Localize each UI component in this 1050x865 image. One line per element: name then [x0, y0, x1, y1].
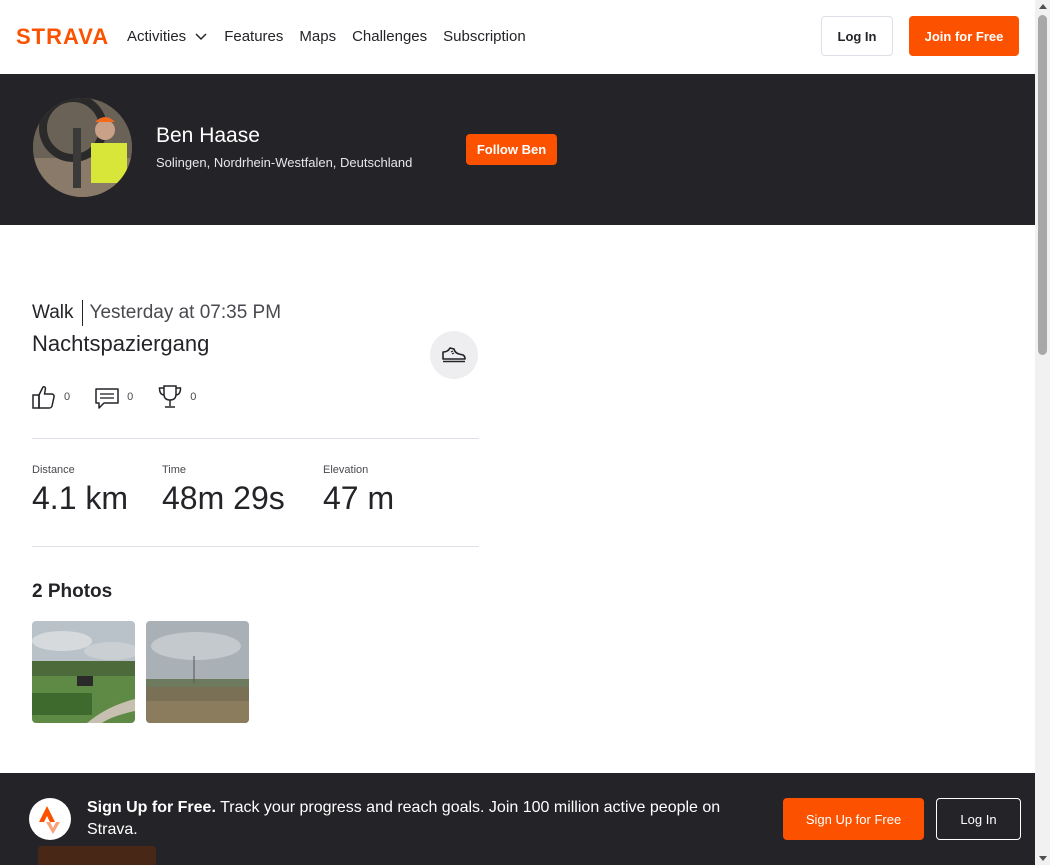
signup-button[interactable]: Sign Up for Free	[783, 798, 924, 840]
activity-title: Nachtspaziergang	[32, 331, 210, 356]
banner-strong-text: Sign Up for Free.	[87, 799, 216, 816]
athlete-name[interactable]: Ben Haase	[156, 124, 260, 148]
nav-item-label: Activities	[127, 27, 187, 45]
top-navigation: STRAVA Activities Features Maps Challeng…	[0, 0, 1035, 74]
avatar[interactable]	[33, 98, 132, 197]
stat-elevation: Elevation 47 m	[323, 464, 394, 517]
nav-item-challenges[interactable]: Challenges	[352, 28, 427, 45]
strava-chevron-icon	[39, 806, 60, 834]
comment-icon	[95, 388, 119, 409]
scroll-up-icon[interactable]	[1039, 4, 1047, 9]
comments-button[interactable]: 0	[95, 384, 133, 410]
scroll-down-icon[interactable]	[1039, 856, 1047, 861]
stat-label: Time	[162, 464, 187, 476]
join-button[interactable]: Join for Free	[909, 16, 1019, 56]
activity-time: Yesterday at 07:35 PM	[89, 302, 282, 323]
nav-item-activities[interactable]: Activities	[127, 28, 208, 45]
nav-item-label: Challenges	[352, 27, 428, 45]
photo-image	[146, 621, 249, 723]
nav-item-maps[interactable]: Maps	[299, 28, 336, 45]
nav-item-label: Subscription	[443, 27, 526, 45]
comments-count: 0	[127, 391, 134, 403]
stat-value: 48m 29s	[162, 480, 285, 516]
divider	[32, 438, 479, 439]
social-actions: 0 0 0	[32, 384, 221, 410]
sport-badge	[430, 331, 478, 379]
shoe-icon	[442, 347, 466, 363]
follow-button[interactable]: Follow Ben	[466, 134, 557, 165]
nav-menu: Activities Features Maps Challenges Subs…	[127, 0, 542, 72]
stat-value: 4.1 km	[32, 480, 129, 516]
signup-banner: Sign Up for Free. Track your progress an…	[0, 773, 1035, 865]
athlete-location: Solingen, Nordrhein-Westfalen, Deutschla…	[156, 155, 413, 170]
strava-icon	[29, 798, 71, 840]
banner-text: Sign Up for Free. Track your progress an…	[87, 797, 757, 841]
avatar-image	[33, 98, 132, 197]
photos-title: 2 Photos	[32, 581, 113, 602]
login-button[interactable]: Log In	[821, 16, 893, 56]
divider	[32, 546, 479, 547]
scrollbar[interactable]	[1035, 0, 1050, 865]
nav-item-label: Maps	[299, 27, 337, 45]
banner-peek	[38, 846, 156, 865]
banner-login-button[interactable]: Log In	[936, 798, 1021, 840]
stat-time: Time 48m 29s	[162, 464, 285, 517]
stat-value: 47 m	[323, 480, 395, 516]
svg-text:STRAVA: STRAVA	[16, 25, 109, 47]
chevron-down-icon	[195, 33, 207, 41]
photo-thumbnail[interactable]	[146, 621, 249, 723]
photo-image	[32, 621, 135, 723]
kudos-count: 0	[64, 391, 71, 403]
nav-item-subscription[interactable]: Subscription	[443, 28, 526, 45]
photo-thumbnail[interactable]	[32, 621, 135, 723]
stat-distance: Distance 4.1 km	[32, 464, 128, 517]
stat-label: Elevation	[323, 464, 369, 476]
kudos-button[interactable]: 0	[32, 384, 70, 410]
nav-item-label: Features	[224, 27, 284, 45]
activity-meta: Walk Yesterday at 07:35 PM	[32, 300, 281, 326]
achievements-count: 0	[190, 391, 197, 403]
stat-label: Distance	[32, 464, 75, 476]
strava-logo[interactable]: STRAVA	[16, 25, 111, 47]
nav-item-features[interactable]: Features	[224, 28, 283, 45]
activity-type: Walk	[32, 300, 83, 326]
scroll-thumb[interactable]	[1038, 15, 1047, 355]
trophy-icon	[158, 385, 182, 408]
achievements-button[interactable]: 0	[158, 384, 196, 410]
athlete-header: Ben Haase Solingen, Nordrhein-Westfalen,…	[0, 74, 1035, 225]
thumbs-up-icon	[32, 385, 55, 409]
